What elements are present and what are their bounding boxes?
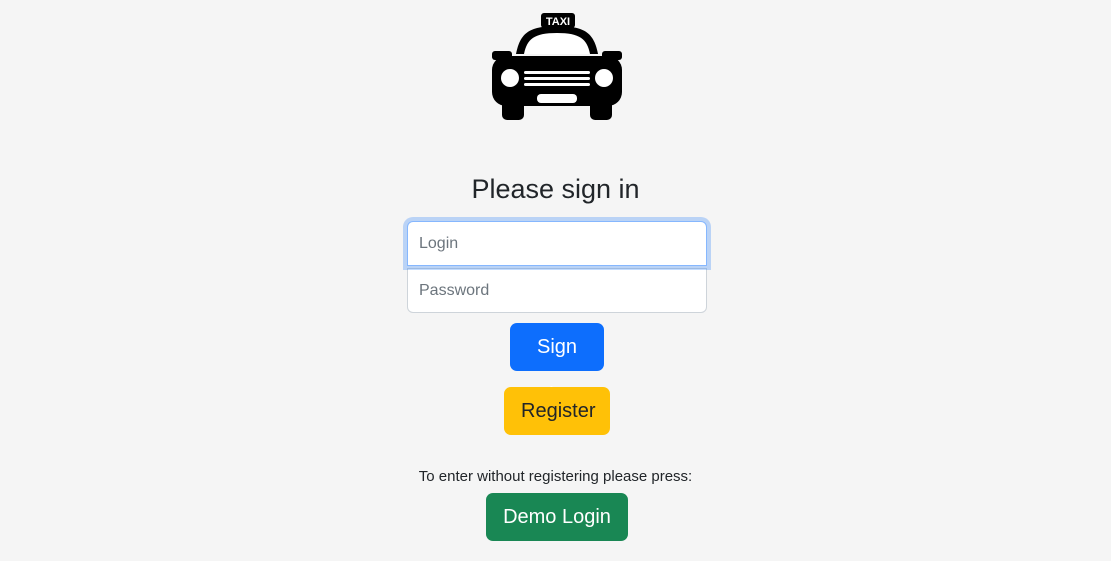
taxi-car-icon: TAXI (490, 12, 624, 122)
demo-hint-text: To enter without registering please pres… (418, 468, 693, 485)
login-input[interactable] (407, 221, 707, 266)
login-page: TAXI Please sign in Sign in (0, 0, 1111, 561)
page-title: Please sign in (471, 174, 640, 204)
demo-login-button[interactable]: Demo Login (486, 493, 628, 541)
password-input[interactable] (407, 268, 707, 313)
register-button[interactable]: Register (504, 387, 610, 435)
sign-in-button[interactable]: Sign in (510, 323, 604, 406)
